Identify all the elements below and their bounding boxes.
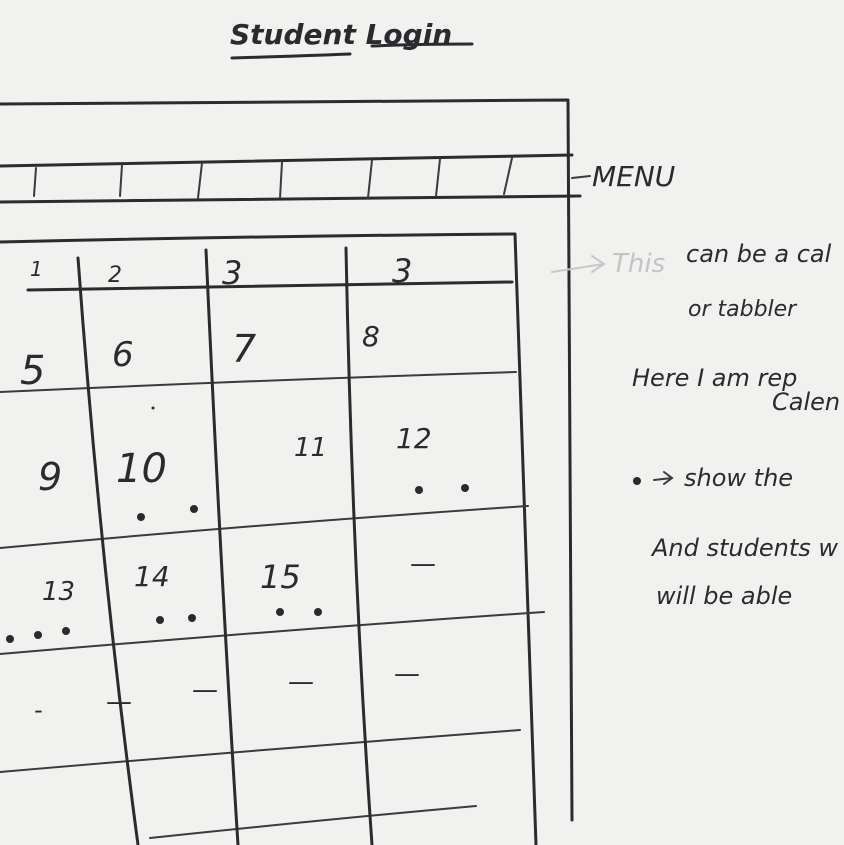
whiteboard-sketch: Student Login MENU 1 2 3 3 5 6 7 8 9 10 … — [0, 18, 840, 845]
row-line-5 — [149, 805, 477, 839]
day-cell: 10 — [116, 446, 167, 492]
day-cell: 13 — [42, 577, 75, 607]
legend-dot — [633, 477, 641, 485]
note-text: can be a cal — [686, 240, 832, 268]
empty-cell-mark: - — [34, 696, 43, 724]
event-dot — [156, 616, 164, 624]
header-cell: 3 — [222, 254, 242, 292]
title-underline — [230, 52, 352, 60]
day-cell: 12 — [396, 422, 432, 455]
day-cell: 6 — [112, 335, 134, 375]
header-cell: 1 — [30, 257, 43, 281]
note-text: will be able — [656, 582, 792, 610]
event-dot — [314, 608, 322, 616]
event-dot — [62, 627, 70, 635]
note-text-faint: This — [612, 249, 665, 279]
event-dot — [188, 614, 196, 622]
day-cell: — — [410, 549, 436, 579]
title-underline-2 — [370, 42, 474, 48]
note-text: And students w — [650, 534, 838, 562]
event-dot — [190, 505, 198, 513]
event-dot — [461, 484, 469, 492]
note-text: Calen — [772, 388, 840, 416]
event-dot — [6, 635, 14, 643]
menu-arrow — [571, 175, 591, 179]
menu-bar-top — [0, 153, 574, 168]
legend-arrow — [653, 471, 674, 485]
empty-cell-mark: — — [288, 667, 314, 697]
event-dot — [34, 631, 42, 639]
row-line-1 — [0, 371, 517, 393]
event-dot — [276, 608, 284, 616]
day-cell: 5 — [20, 348, 45, 394]
note-arrow — [551, 255, 606, 273]
empty-cell-mark: — — [192, 675, 218, 705]
page-title: Student Login — [230, 18, 452, 51]
empty-cell-mark: — — [106, 687, 132, 717]
stray-mark — [151, 406, 155, 410]
day-cell: 7 — [232, 327, 256, 371]
menu-label: MENU — [592, 160, 675, 193]
header-cell: 3 — [392, 252, 412, 290]
calendar-frame — [0, 232, 538, 845]
row-line-3 — [0, 611, 545, 655]
calendar-header-line — [26, 280, 514, 292]
outer-frame — [0, 98, 574, 822]
day-cell: 8 — [362, 320, 380, 353]
event-dot — [137, 513, 145, 521]
empty-cell-mark: — — [394, 659, 420, 689]
day-cell: 11 — [294, 433, 327, 463]
event-dot — [415, 486, 423, 494]
row-line-4 — [0, 729, 521, 773]
note-text: show the — [684, 464, 793, 492]
header-cell: 2 — [108, 263, 122, 288]
note-text: or tabbler — [688, 297, 798, 322]
day-cell: 9 — [38, 455, 62, 499]
day-cell: 14 — [134, 560, 170, 593]
day-cell: 15 — [260, 558, 301, 596]
menu-bar-bottom — [0, 194, 582, 204]
row-line-2 — [0, 505, 529, 549]
